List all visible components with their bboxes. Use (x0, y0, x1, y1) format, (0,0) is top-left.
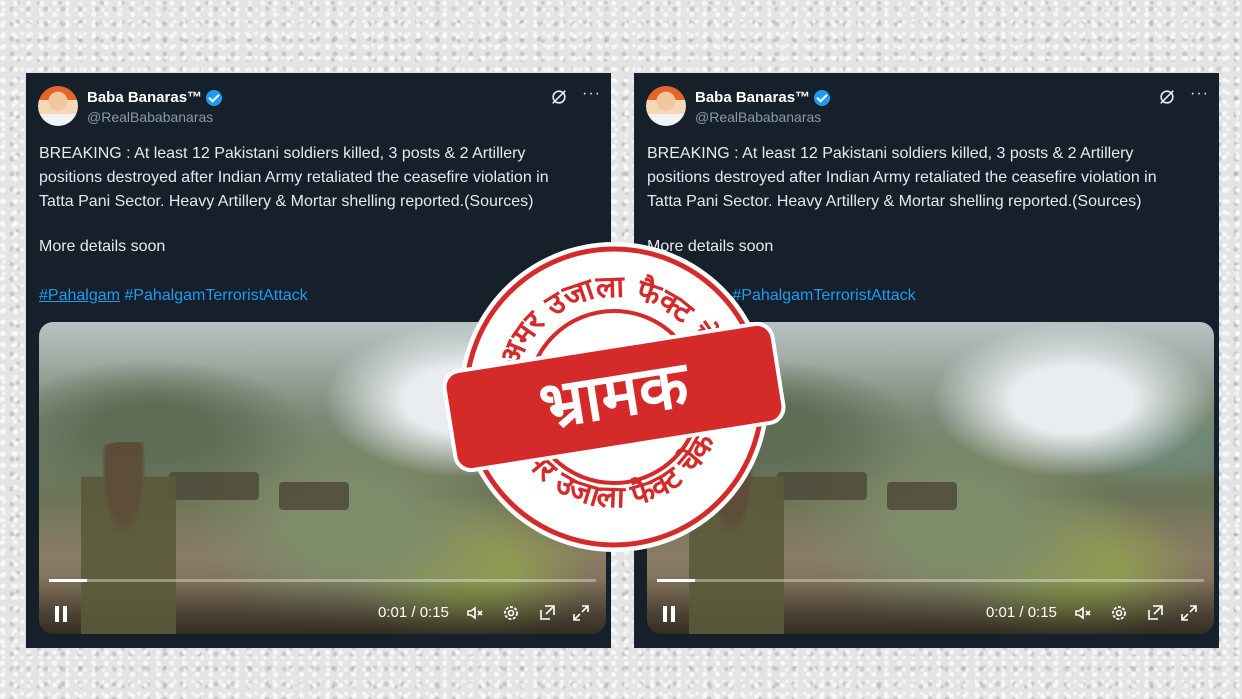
author-name-row[interactable]: Baba Banaras™ (695, 89, 831, 106)
grok-icon[interactable] (550, 88, 568, 106)
author-handle[interactable]: @RealBababanaras (87, 109, 213, 125)
video-controls: 0:01 / 0:15 (39, 588, 606, 634)
pause-icon[interactable] (55, 606, 67, 622)
tweet-more-details: More details soon (647, 238, 774, 255)
author-handle[interactable]: @RealBababanaras (695, 109, 821, 125)
verified-badge-icon (814, 89, 831, 106)
more-icon[interactable]: ··· (1190, 85, 1209, 103)
author-name[interactable]: Baba Banaras™ (695, 89, 810, 106)
mute-icon[interactable] (1073, 603, 1093, 623)
fullscreen-icon[interactable] (571, 603, 591, 623)
tweet-card-left: Baba Banaras™ @RealBababanaras ··· BREAK… (26, 73, 611, 648)
video-time: 0:01 / 0:15 (378, 604, 449, 621)
verified-badge-icon (206, 89, 223, 106)
hashtag-link[interactable]: #PahalgamTerroristAttack (124, 287, 307, 304)
video-progress-bar[interactable] (49, 579, 596, 582)
avatar[interactable] (646, 86, 686, 126)
hashtag-row: #Pahalgam #PahalgamTerroristAttack (39, 287, 308, 305)
tweet-more-details: More details soon (39, 238, 166, 255)
pip-icon[interactable] (537, 603, 557, 623)
hashtag-link[interactable]: #PahalgamTerroristAttack (732, 287, 915, 304)
pause-icon[interactable] (663, 606, 675, 622)
author-name-row[interactable]: Baba Banaras™ (87, 89, 223, 106)
pip-icon[interactable] (1145, 603, 1165, 623)
video-time: 0:01 / 0:15 (986, 604, 1057, 621)
tweet-actions-top: ··· (550, 85, 601, 106)
artillery-shape (279, 482, 349, 510)
tweet-actions-top: ··· (1158, 85, 1209, 106)
mute-icon[interactable] (465, 603, 485, 623)
hashtag-link[interactable]: #Pahalgam (39, 287, 120, 304)
video-progress-bar[interactable] (657, 579, 1204, 582)
video-controls: 0:01 / 0:15 (647, 588, 1214, 634)
grok-icon[interactable] (1158, 88, 1176, 106)
tweet-text: BREAKING : At least 12 Pakistani soldier… (39, 145, 549, 210)
settings-icon[interactable] (501, 603, 521, 623)
more-icon[interactable]: ··· (582, 85, 601, 103)
artillery-shape (169, 472, 259, 500)
hashtag-link[interactable]: #Pahalgam (647, 287, 728, 304)
artillery-shape (777, 472, 867, 500)
video-player[interactable]: 0:01 / 0:15 (39, 322, 606, 634)
fullscreen-icon[interactable] (1179, 603, 1199, 623)
settings-icon[interactable] (1109, 603, 1129, 623)
artillery-shape (887, 482, 957, 510)
video-player[interactable]: 0:01 / 0:15 (647, 322, 1214, 634)
avatar[interactable] (38, 86, 78, 126)
video-progress-fill (657, 579, 696, 582)
tweet-card-right: Baba Banaras™ @RealBababanaras ··· BREAK… (634, 73, 1219, 648)
tweet-text: BREAKING : At least 12 Pakistani soldier… (647, 145, 1157, 210)
hashtag-row: #Pahalgam #PahalgamTerroristAttack (647, 287, 916, 305)
video-progress-fill (49, 579, 88, 582)
author-name[interactable]: Baba Banaras™ (87, 89, 202, 106)
